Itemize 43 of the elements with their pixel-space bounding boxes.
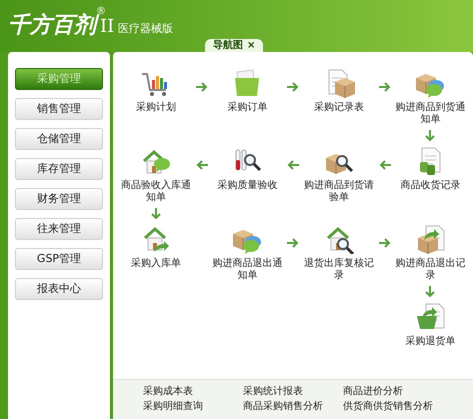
sidebar-button[interactable]: 报表中心 [15,278,103,300]
sidebar-button[interactable]: 往来管理 [15,218,103,240]
arrow-icon [194,80,208,94]
arrow-icon [286,80,300,94]
report-link[interactable]: 采购明细查询 [143,400,243,414]
sidebar-button[interactable]: 库存管理 [15,158,103,180]
step-label[interactable]: 采购入库单 [130,258,181,270]
sidebar-button[interactable]: 仓储管理 [15,128,103,150]
arrow-icon [148,207,163,221]
arrow-icon [194,158,208,172]
arrow-icon [423,129,438,143]
step-label[interactable]: 退货出库复核记录 [300,258,378,282]
arrow-icon [423,285,438,299]
step-label[interactable]: 采购计划 [136,102,176,114]
report-link[interactable]: 供货商供货销售分析 [343,400,443,414]
step-label[interactable]: 商品收货记录 [400,180,460,192]
report-link[interactable]: 商品进价分析 [343,385,443,400]
step-label[interactable]: 购进商品到货请验单 [300,180,378,204]
arrow-icon [286,158,300,172]
step-label[interactable]: 商品验收入库通知单 [117,180,194,204]
arrow-icon [378,236,392,250]
arrow-icon [378,80,392,94]
edition-mark: II [100,16,114,38]
arrow-icon [286,236,300,250]
basket-arrow-icon[interactable] [414,302,446,332]
edition-label: 医疗器械版 [118,22,174,37]
report-link[interactable]: 商品采购销售分析 [243,400,343,414]
step-label[interactable]: 采购质量验收 [217,180,278,192]
step-label[interactable]: 采购退货单 [405,336,456,348]
sidebar-button[interactable]: GSP管理 [15,248,103,270]
report-link[interactable]: 采购统计报表 [243,385,343,400]
tab-label[interactable]: 导航图 [213,40,243,52]
arrow-icon [378,158,392,172]
tab[interactable]: 导航图 × [205,39,264,52]
sidebar-button[interactable]: 财务管理 [15,188,103,210]
close-icon[interactable]: × [247,40,256,52]
sidebar-button[interactable]: 销售管理 [15,98,103,120]
step-label[interactable]: 采购订单 [227,102,268,114]
step-label[interactable]: 购进商品退出记录 [392,258,469,282]
step-label[interactable]: 购进商品到货通知单 [392,102,469,126]
step-label[interactable]: 采购记录表 [314,102,364,114]
step-label[interactable]: 购进商品退出通知单 [208,258,286,282]
report-link[interactable]: 采购成本表 [143,385,243,400]
